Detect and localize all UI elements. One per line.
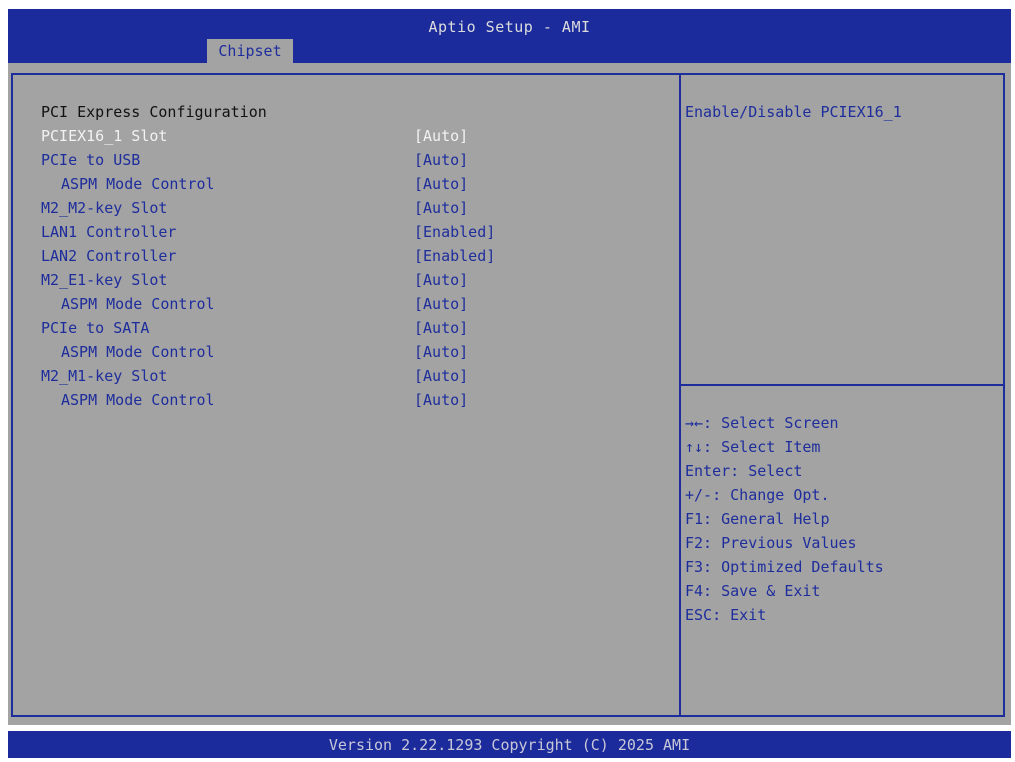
setting-label: ASPM Mode Control <box>61 391 215 409</box>
setting-row[interactable]: M2_M1-key Slot [Auto] <box>13 367 673 389</box>
setting-label: M2_M1-key Slot <box>41 367 168 385</box>
setting-row[interactable]: PCIe to USB [Auto] <box>13 151 673 173</box>
setting-label: ASPM Mode Control <box>61 175 215 193</box>
setting-value[interactable]: [Auto] <box>414 343 468 361</box>
setting-label: LAN2 Controller <box>41 247 177 265</box>
setting-label: M2_M2-key Slot <box>41 199 168 217</box>
key-hint: →←: Select Screen <box>685 414 839 432</box>
vertical-divider <box>679 75 681 715</box>
setting-value[interactable]: [Auto] <box>414 199 468 217</box>
setting-value[interactable]: [Auto] <box>414 127 468 145</box>
app-title: Aptio Setup - AMI <box>428 18 591 36</box>
key-hint: Enter: Select <box>685 462 803 480</box>
setting-row[interactable]: LAN1 Controller [Enabled] <box>13 223 673 245</box>
setting-row[interactable]: M2_E1-key Slot [Auto] <box>13 271 673 293</box>
key-hint: F4: Save & Exit <box>685 582 821 600</box>
version-bar: Version 2.22.1293 Copyright (C) 2025 AMI <box>8 731 1011 758</box>
help-divider <box>681 384 1005 386</box>
setting-row[interactable]: PCIEX16_1 Slot [Auto] <box>13 127 673 149</box>
setting-row[interactable]: LAN2 Controller [Enabled] <box>13 247 673 269</box>
setting-label: M2_E1-key Slot <box>41 271 168 289</box>
setting-value[interactable]: [Enabled] <box>414 247 495 265</box>
setting-row[interactable]: ASPM Mode Control [Auto] <box>13 391 673 413</box>
setting-value[interactable]: [Auto] <box>414 271 468 289</box>
key-legend: →←: Select Screen ↑↓: Select Item Enter:… <box>685 411 884 627</box>
key-hint: F1: General Help <box>685 510 830 528</box>
help-description: Enable/Disable PCIEX16_1 <box>685 103 902 121</box>
setting-label: ASPM Mode Control <box>61 295 215 313</box>
section-title: PCI Express Configuration <box>41 103 267 121</box>
setup-panel: PCI Express Configuration PCIEX16_1 Slot… <box>8 63 1011 725</box>
setting-label: ASPM Mode Control <box>61 343 215 361</box>
setting-label: LAN1 Controller <box>41 223 177 241</box>
setting-value[interactable]: [Auto] <box>414 319 468 337</box>
setting-row[interactable]: ASPM Mode Control [Auto] <box>13 343 673 365</box>
content-frame: PCI Express Configuration PCIEX16_1 Slot… <box>11 73 1005 717</box>
key-hint: F2: Previous Values <box>685 534 857 552</box>
setting-value[interactable]: [Auto] <box>414 367 468 385</box>
setting-value[interactable]: [Auto] <box>414 175 468 193</box>
key-hint: ↑↓: Select Item <box>685 438 821 456</box>
setting-row[interactable]: M2_M2-key Slot [Auto] <box>13 199 673 221</box>
setting-value[interactable]: [Auto] <box>414 391 468 409</box>
key-hint: F3: Optimized Defaults <box>685 558 884 576</box>
setting-row[interactable]: PCIe to SATA [Auto] <box>13 319 673 341</box>
setting-value[interactable]: [Auto] <box>414 295 468 313</box>
title-bar: Aptio Setup - AMI Chipset <box>8 9 1011 63</box>
setting-value[interactable]: [Auto] <box>414 151 468 169</box>
setting-row[interactable]: ASPM Mode Control [Auto] <box>13 295 673 317</box>
key-hint: ESC: Exit <box>685 606 767 624</box>
setting-row[interactable]: ASPM Mode Control [Auto] <box>13 175 673 197</box>
setting-value[interactable]: [Enabled] <box>414 223 495 241</box>
setting-label: PCIe to USB <box>41 151 141 169</box>
setting-label: PCIe to SATA <box>41 319 150 337</box>
setting-label: PCIEX16_1 Slot <box>41 127 168 145</box>
key-hint: +/-: Change Opt. <box>685 486 830 504</box>
tab-chipset[interactable]: Chipset <box>207 39 293 63</box>
